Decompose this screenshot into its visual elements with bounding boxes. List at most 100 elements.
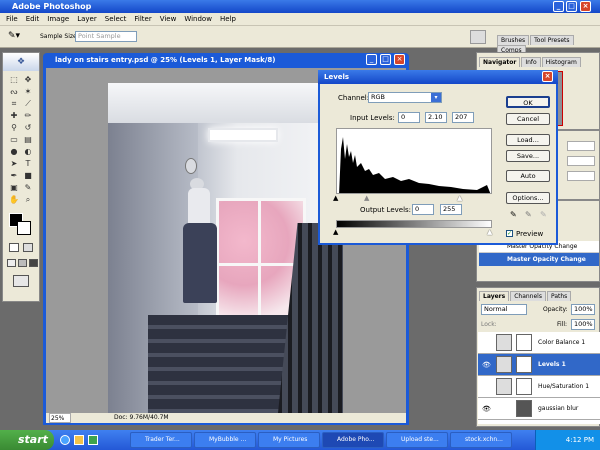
pen-tool-icon[interactable]: ✒: [9, 171, 19, 181]
jump-to-imageready-icon[interactable]: [13, 275, 29, 287]
eraser-tool-icon[interactable]: ▭: [9, 135, 19, 145]
taskbar-button-upload[interactable]: Upload ste...: [386, 432, 448, 448]
menu-filter[interactable]: Filter: [130, 15, 155, 23]
standard-mode-icon[interactable]: [9, 243, 19, 252]
clock[interactable]: 4:12 PM: [566, 436, 594, 444]
input-black-slider[interactable]: ▲: [333, 194, 338, 202]
gray-eyedropper-icon[interactable]: ✎: [525, 210, 532, 219]
minimize-button[interactable]: _: [553, 1, 564, 12]
ok-button[interactable]: OK: [506, 96, 550, 108]
type-tool-icon[interactable]: T: [23, 159, 33, 169]
input-gamma-field[interactable]: 2.10: [425, 112, 447, 123]
blur-tool-icon[interactable]: ●: [9, 147, 19, 157]
opacity-field[interactable]: 100%: [571, 304, 595, 315]
menu-select[interactable]: Select: [101, 15, 131, 23]
taskbar-button-photoshop[interactable]: Adobe Pho...: [322, 432, 384, 448]
dodge-tool-icon[interactable]: ◐: [23, 147, 33, 157]
tab-navigator[interactable]: Navigator: [479, 57, 521, 67]
close-button[interactable]: ×: [580, 1, 591, 12]
taskbar-button-mybubble[interactable]: MyBubble ...: [194, 432, 256, 448]
screen-mode-full-icon[interactable]: [29, 259, 38, 267]
healing-brush-tool-icon[interactable]: ✚: [9, 111, 19, 121]
layer-row-levels[interactable]: 👁 Levels 1: [478, 354, 600, 376]
quick-mask-mode-icon[interactable]: [23, 243, 33, 252]
lasso-tool-icon[interactable]: ᔓ: [9, 87, 19, 97]
tab-tool-presets[interactable]: Tool Presets: [530, 35, 574, 45]
layer-row-color-balance[interactable]: Color Balance 1: [478, 332, 600, 354]
layer-row-gaussian-blur[interactable]: 👁 gaussian blur: [478, 398, 600, 420]
auto-button[interactable]: Auto: [506, 170, 550, 182]
menu-help[interactable]: Help: [216, 15, 240, 23]
hand-tool-icon[interactable]: ✋: [9, 195, 19, 205]
screen-mode-standard-icon[interactable]: [7, 259, 16, 267]
input-black-field[interactable]: 0: [398, 112, 420, 123]
eyedropper-tool-icon[interactable]: ✎▾: [8, 31, 28, 43]
cancel-button[interactable]: Cancel: [506, 113, 550, 125]
layer-row-hue-saturation[interactable]: Hue/Saturation 1: [478, 376, 600, 398]
fill-field[interactable]: 100%: [571, 319, 595, 330]
zoom-tool-icon[interactable]: ⌕: [23, 195, 33, 205]
doc-maximize-button[interactable]: □: [380, 54, 391, 65]
maximize-button[interactable]: □: [566, 1, 577, 12]
history-brush-tool-icon[interactable]: ↺: [23, 123, 33, 133]
background-color-swatch[interactable]: [17, 221, 31, 235]
menu-window[interactable]: Window: [180, 15, 216, 23]
menu-view[interactable]: View: [156, 15, 181, 23]
output-slider[interactable]: ▲ ▲: [333, 228, 492, 236]
input-white-slider[interactable]: ▲: [457, 194, 462, 202]
path-selection-tool-icon[interactable]: ➤: [9, 159, 19, 169]
screen-mode-full-menu-icon[interactable]: [18, 259, 27, 267]
blend-mode-select[interactable]: Normal: [481, 304, 527, 315]
menu-image[interactable]: Image: [43, 15, 73, 23]
move-tool-icon[interactable]: ✥: [23, 75, 33, 85]
output-white-slider[interactable]: ▲: [487, 228, 492, 236]
zoom-level-field[interactable]: 25%: [49, 413, 71, 423]
color-value-field-r[interactable]: [567, 141, 595, 151]
palette-well-icon[interactable]: [470, 30, 486, 44]
magic-wand-tool-icon[interactable]: ✶: [23, 87, 33, 97]
tab-paths[interactable]: Paths: [546, 291, 572, 301]
channel-select[interactable]: RGB ▾: [368, 92, 442, 103]
menu-edit[interactable]: Edit: [22, 15, 44, 23]
chevron-down-icon[interactable]: ▾: [431, 93, 441, 102]
preview-checkbox[interactable]: ✓: [506, 230, 513, 237]
input-gamma-slider[interactable]: ▲: [364, 194, 369, 202]
shape-tool-icon[interactable]: ■: [23, 171, 33, 181]
black-eyedropper-icon[interactable]: ✎: [510, 210, 517, 219]
brush-tool-icon[interactable]: ✏: [23, 111, 33, 121]
menu-file[interactable]: File: [2, 15, 22, 23]
output-black-field[interactable]: 0: [412, 204, 434, 215]
options-button[interactable]: Options...: [506, 192, 550, 204]
clone-stamp-tool-icon[interactable]: ⚲: [9, 123, 19, 133]
slice-tool-icon[interactable]: ⟋: [23, 99, 33, 109]
menu-layer[interactable]: Layer: [73, 15, 101, 23]
levels-close-button[interactable]: ×: [542, 71, 553, 82]
taskbar-button-my-pictures[interactable]: My Pictures: [258, 432, 320, 448]
eyedropper-icon[interactable]: ✎: [23, 183, 33, 193]
color-value-field-g[interactable]: [567, 156, 595, 166]
save-button[interactable]: Save...: [506, 150, 550, 162]
tab-layers[interactable]: Layers: [479, 291, 510, 301]
tab-info[interactable]: Info: [521, 57, 541, 67]
crop-tool-icon[interactable]: ⌗: [9, 99, 19, 109]
gradient-tool-icon[interactable]: ▤: [23, 135, 33, 145]
output-black-slider[interactable]: ▲: [333, 228, 338, 236]
quick-launch-app-icon[interactable]: [88, 435, 98, 445]
doc-close-button[interactable]: ×: [394, 54, 405, 65]
tab-channels[interactable]: Channels: [510, 291, 546, 301]
output-white-field[interactable]: 255: [440, 204, 462, 215]
doc-minimize-button[interactable]: _: [366, 54, 377, 65]
color-value-field-b[interactable]: [567, 171, 595, 181]
quick-launch-folder-icon[interactable]: [74, 435, 84, 445]
eye-visibility-icon[interactable]: 👁: [482, 398, 491, 420]
load-button[interactable]: Load...: [506, 134, 550, 146]
white-eyedropper-icon[interactable]: ✎: [540, 210, 547, 219]
input-white-field[interactable]: 207: [452, 112, 474, 123]
marquee-tool-icon[interactable]: ⬚: [9, 75, 19, 85]
tab-histogram[interactable]: Histogram: [541, 57, 581, 67]
tab-brushes[interactable]: Brushes: [497, 35, 530, 45]
notes-tool-icon[interactable]: ▣: [9, 183, 19, 193]
sample-size-select[interactable]: Point Sample: [75, 31, 137, 42]
quick-launch-icon[interactable]: [60, 435, 70, 445]
taskbar-button-trader[interactable]: Trader Ter...: [130, 432, 192, 448]
